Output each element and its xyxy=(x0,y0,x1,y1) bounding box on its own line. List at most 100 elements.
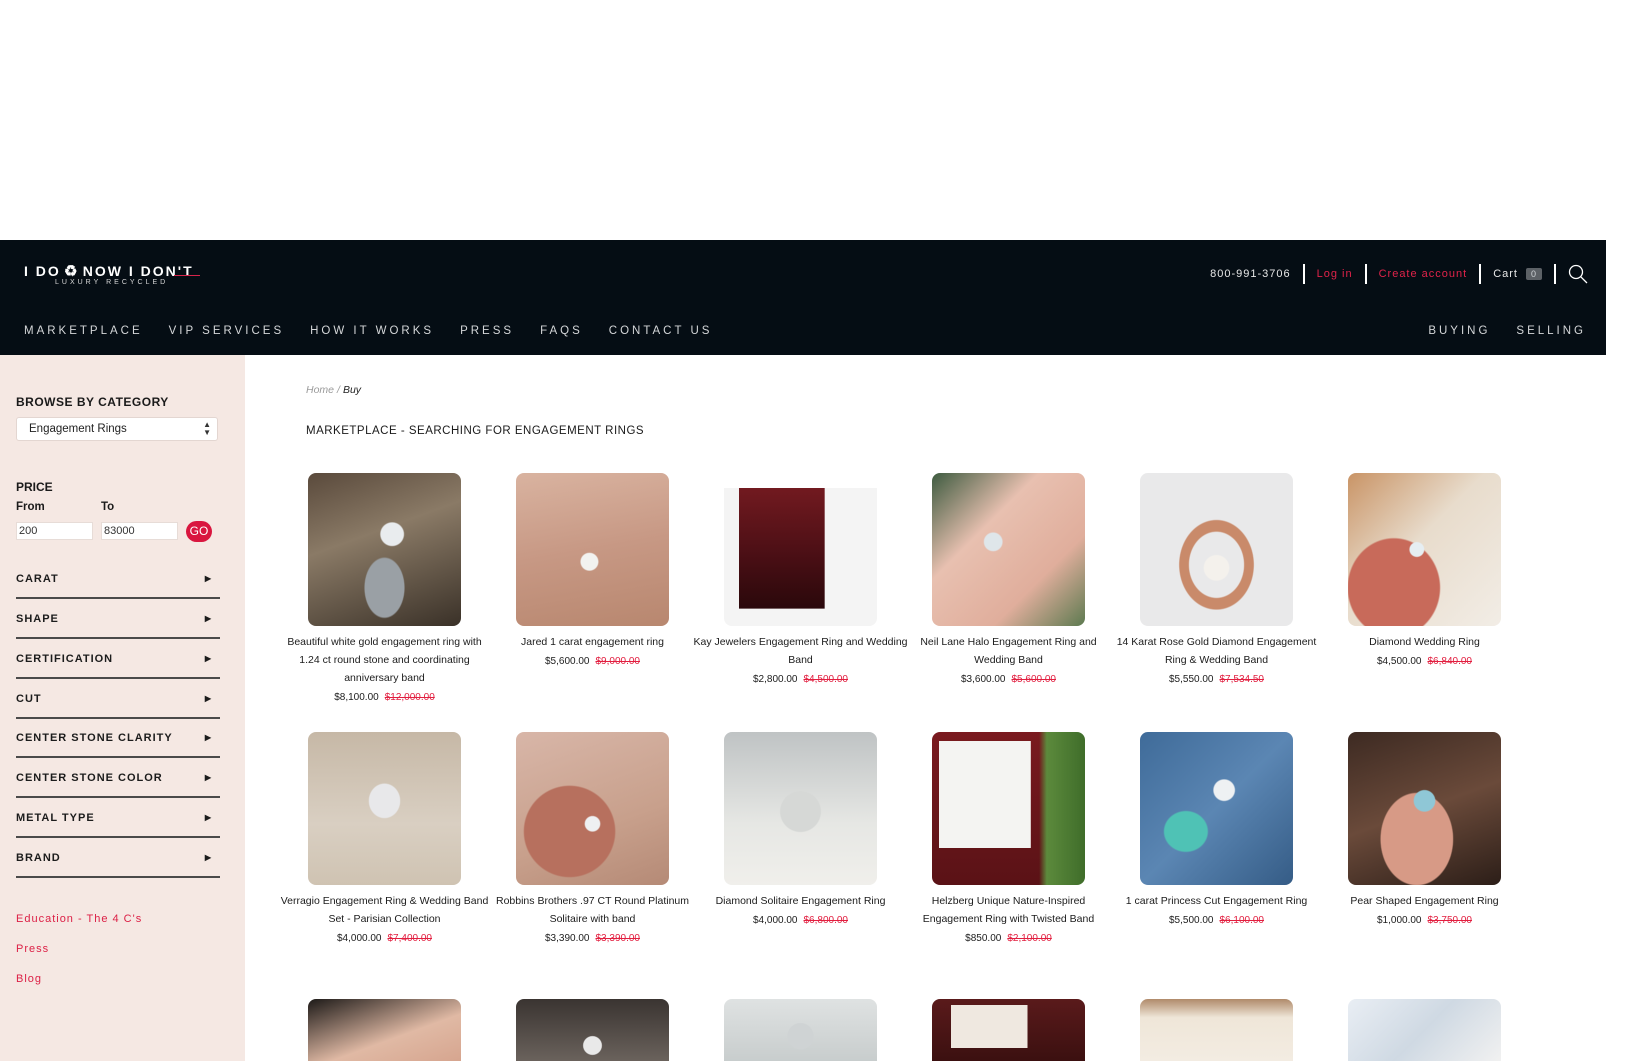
utility-bar: 800-991-3706 Log in Create account Cart … xyxy=(1210,263,1588,285)
page-title: MARKETPLACE - SEARCHING FOR ENGAGEMENT R… xyxy=(306,425,645,437)
cart-count-badge: 0 xyxy=(1525,268,1542,280)
link-press[interactable]: Press xyxy=(16,943,49,955)
product-original-price: $6,100.00 xyxy=(1219,915,1265,926)
nav-contact-us[interactable]: CONTACT US xyxy=(609,325,713,337)
filter-carat[interactable]: CARAT ▶ xyxy=(16,561,220,599)
product-info: Robbins Brothers .97 CT Round Platinum S… xyxy=(485,892,700,948)
product-title[interactable]: Diamond Solitaire Engagement Ring xyxy=(693,892,908,910)
product-image[interactable] xyxy=(724,999,877,1061)
product-original-price: $4,500.00 xyxy=(803,674,849,685)
price-heading: PRICE xyxy=(16,480,53,494)
product-price: $850.00 xyxy=(965,933,1002,944)
product-image[interactable] xyxy=(932,999,1085,1061)
create-account-link[interactable]: Create account xyxy=(1379,268,1468,280)
product-image[interactable] xyxy=(724,732,877,885)
caret-right-icon: ▶ xyxy=(204,733,212,742)
filter-center-stone-color[interactable]: CENTER STONE COLOR ▶ xyxy=(16,760,220,798)
product-title[interactable]: Verragio Engagement Ring & Wedding Band … xyxy=(277,892,492,928)
product-price: $4,000.00 xyxy=(753,915,798,926)
search-icon[interactable] xyxy=(1568,264,1588,284)
product-info: Diamond Wedding Ring $4,500.00 $6,840.00 xyxy=(1317,633,1532,671)
divider xyxy=(1302,264,1305,284)
product-original-price: $2,100.00 xyxy=(1007,933,1052,944)
product-title[interactable]: 1 carat Princess Cut Engagement Ring xyxy=(1109,892,1324,910)
filter-cut[interactable]: CUT ▶ xyxy=(16,681,220,719)
product-info: Pear Shaped Engagement Ring $1,000.00 $3,… xyxy=(1317,892,1532,930)
product-title[interactable]: Kay Jewelers Engagement Ring and Wedding… xyxy=(693,633,908,669)
price-from-input[interactable]: 200 xyxy=(16,522,93,540)
product-title[interactable]: Jared 1 carat engagement ring xyxy=(485,633,700,651)
nav-faqs[interactable]: FAQS xyxy=(540,325,583,337)
product-title[interactable]: Helzberg Unique Nature-Inspired Engageme… xyxy=(901,892,1116,928)
product-image[interactable] xyxy=(516,999,669,1061)
product-image[interactable] xyxy=(932,473,1085,626)
login-link[interactable]: Log in xyxy=(1317,268,1353,280)
product-title[interactable]: Beautiful white gold engagement ring wit… xyxy=(277,633,492,687)
product-image[interactable] xyxy=(516,473,669,626)
filter-center-stone-clarity[interactable]: CENTER STONE CLARITY ▶ xyxy=(16,720,220,758)
category-select-value: Engagement Rings xyxy=(29,423,127,435)
link-blog[interactable]: Blog xyxy=(16,973,42,985)
nav-buying[interactable]: BUYING xyxy=(1428,325,1490,337)
select-arrows-icon: ▲ ▼ xyxy=(203,420,211,437)
product-title[interactable]: Diamond Wedding Ring xyxy=(1317,633,1532,651)
product-image[interactable] xyxy=(1348,732,1501,885)
price-to-input[interactable]: 83000 xyxy=(101,522,178,540)
product-price: $4,000.00 xyxy=(337,933,382,944)
divider xyxy=(1364,264,1367,284)
product-title[interactable]: Pear Shaped Engagement Ring xyxy=(1317,892,1532,910)
browse-category-heading: BROWSE BY CATEGORY xyxy=(16,395,169,409)
filter-metal-type[interactable]: METAL TYPE ▶ xyxy=(16,800,220,838)
product-image[interactable] xyxy=(308,732,461,885)
nav-selling[interactable]: SELLING xyxy=(1516,325,1586,337)
logo-tagline: LUXURY RECYCLED xyxy=(55,279,169,286)
nav-vip-services[interactable]: VIP SERVICES xyxy=(169,325,284,337)
product-price: $5,500.00 xyxy=(1169,915,1214,926)
nav-press[interactable]: PRESS xyxy=(460,325,514,337)
price-from-label: From xyxy=(16,501,45,513)
product-image[interactable] xyxy=(932,732,1085,885)
product-image[interactable] xyxy=(308,473,461,626)
filter-label: METAL TYPE xyxy=(16,812,95,824)
caret-right-icon: ▶ xyxy=(204,574,212,583)
product-original-price: $5,600.00 xyxy=(1011,674,1057,685)
cart-link[interactable]: Cart 0 xyxy=(1493,268,1542,280)
product-image[interactable] xyxy=(1348,999,1501,1061)
site-logo[interactable]: I DO ♻ NOW I DON'T LUXURY RECYCLED xyxy=(24,262,200,288)
link-education[interactable]: Education - The 4 C's xyxy=(16,913,142,925)
nav-how-it-works[interactable]: HOW IT WORKS xyxy=(310,325,434,337)
phone-number[interactable]: 800-991-3706 xyxy=(1210,268,1291,280)
nav-marketplace[interactable]: MARKETPLACE xyxy=(24,325,143,337)
product-title[interactable]: 14 Karat Rose Gold Diamond Engagement Ri… xyxy=(1109,633,1324,669)
product-price: $5,550.00 xyxy=(1169,674,1214,685)
filter-sidebar: BROWSE BY CATEGORY Engagement Rings ▲ ▼ P… xyxy=(0,355,245,1061)
product-original-price: $9,000.00 xyxy=(595,656,641,667)
product-title[interactable]: Robbins Brothers .97 CT Round Platinum S… xyxy=(485,892,700,928)
filter-shape[interactable]: SHAPE ▶ xyxy=(16,601,220,639)
main-nav: MARKETPLACE VIP SERVICES HOW IT WORKS PR… xyxy=(24,325,712,337)
filter-certification[interactable]: CERTIFICATION ▶ xyxy=(16,641,220,679)
product-info: Jared 1 carat engagement ring $5,600.00 $… xyxy=(485,633,700,671)
breadcrumb-home[interactable]: Home xyxy=(306,384,334,396)
filter-label: SHAPE xyxy=(16,613,59,625)
product-image[interactable] xyxy=(724,473,877,626)
product-image[interactable] xyxy=(1140,473,1293,626)
product-price: $8,100.00 xyxy=(334,692,379,703)
category-select[interactable]: Engagement Rings ▲ ▼ xyxy=(16,417,218,441)
filter-brand[interactable]: BRAND ▶ xyxy=(16,840,220,878)
product-image[interactable] xyxy=(1140,999,1293,1061)
product-price: $3,600.00 xyxy=(961,674,1006,685)
cart-label: Cart xyxy=(1493,268,1518,280)
product-image[interactable] xyxy=(1348,473,1501,626)
product-price: $4,500.00 xyxy=(1377,656,1422,667)
price-go-button[interactable]: GO xyxy=(186,521,212,542)
caret-right-icon: ▶ xyxy=(204,853,212,862)
product-title[interactable]: Neil Lane Halo Engagement Ring and Weddi… xyxy=(901,633,1116,669)
product-image[interactable] xyxy=(1140,732,1293,885)
product-image[interactable] xyxy=(308,999,461,1061)
divider xyxy=(1554,264,1556,284)
product-image[interactable] xyxy=(516,732,669,885)
breadcrumb: Home / Buy xyxy=(306,384,361,396)
logo-text-left: I DO xyxy=(24,263,61,279)
product-info: 1 carat Princess Cut Engagement Ring $5,… xyxy=(1109,892,1324,930)
